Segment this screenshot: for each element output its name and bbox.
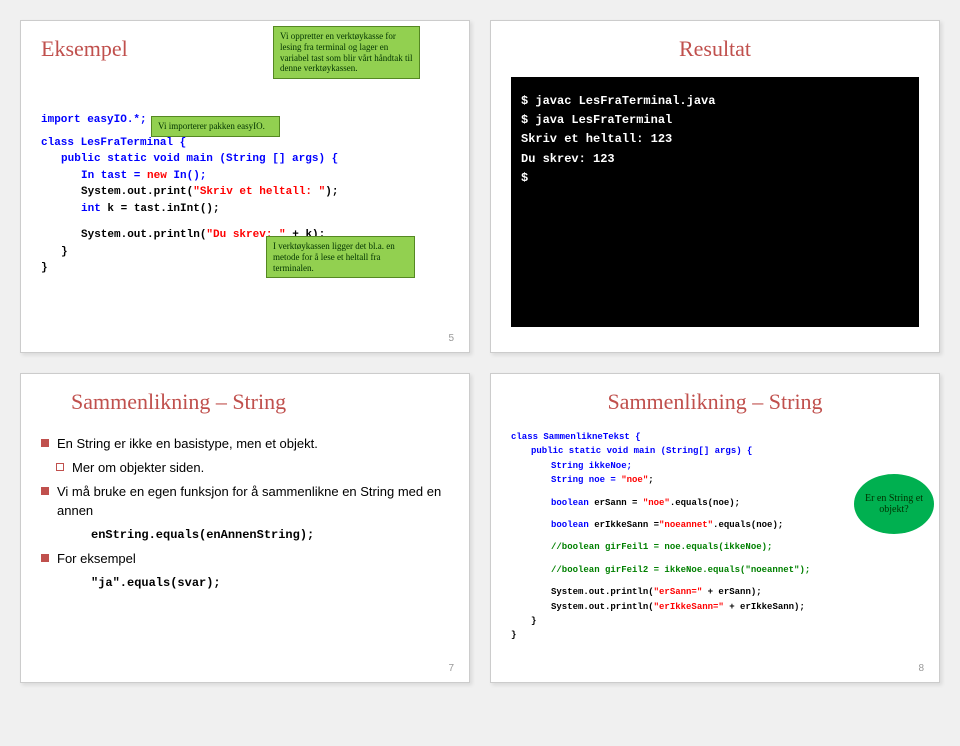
term-line: Du skrev: 123	[521, 150, 909, 169]
bullet-icon	[56, 463, 64, 471]
code-str: "noeannet"	[659, 520, 713, 530]
code-line: System.out.println(	[551, 602, 654, 612]
code-str: "noe"	[621, 475, 648, 485]
page-number: 7	[448, 663, 454, 674]
callout-method: I verktøykassen ligger det bl.a. en meto…	[266, 236, 415, 278]
slide-title: Sammenlikning – String	[71, 389, 449, 415]
code-line: );	[325, 186, 338, 198]
code-kw: boolean	[551, 498, 589, 508]
code-line: String ikkeNoe;	[551, 461, 632, 471]
page-number: 8	[918, 663, 924, 674]
code-line: class SammenlikneTekst {	[511, 432, 641, 442]
terminal-output: $ javac LesFraTerminal.java $ java LesFr…	[511, 77, 919, 327]
code-line: System.out.print(	[81, 186, 193, 198]
slide-title: Resultat	[511, 36, 919, 62]
code-line: .equals(noe);	[713, 520, 783, 530]
callout-toolbox: Vi oppretter en verktøykasse for lesing …	[273, 26, 420, 79]
code-kw: int	[81, 203, 101, 215]
code-line: }	[511, 628, 919, 642]
code-line: class LesFraTerminal {	[41, 137, 186, 149]
code-line: + erSann);	[702, 587, 761, 597]
code-str: "noe"	[643, 498, 670, 508]
code-inline: "ja".equals(svar);	[91, 576, 449, 590]
slide-title: Sammenlikning – String	[511, 389, 919, 415]
bullet-item: For eksempel	[41, 550, 449, 568]
code-line: .equals(noe);	[670, 498, 740, 508]
slide-resultat: Resultat $ javac LesFraTerminal.java $ j…	[490, 20, 940, 353]
code-line: erSann =	[589, 498, 643, 508]
callout-bubble: Er en String et objekt?	[854, 474, 934, 534]
code-line: erIkkeSann =	[589, 520, 659, 530]
code-kw: In();	[167, 170, 207, 182]
code-line: public static void main (String [] args)…	[61, 153, 338, 165]
code-comment: //boolean girFeil1 = noe.equals(ikkeNoe)…	[551, 540, 919, 554]
bullet-text: For eksempel	[57, 550, 136, 568]
slide-eksempel: Eksempel Vi importerer pakken easyIO. Vi…	[20, 20, 470, 353]
bullet-icon	[41, 554, 49, 562]
bullet-icon	[41, 487, 49, 495]
code-line: import easyIO.*;	[41, 114, 147, 126]
bullet-item: Vi må bruke en egen funksjon for å samme…	[41, 483, 449, 519]
code-str: "Skriv et heltall: "	[193, 186, 325, 198]
slide-sammenlikning-2: Sammenlikning – String Er en String et o…	[490, 373, 940, 683]
callout-import: Vi importerer pakken easyIO.	[151, 116, 280, 137]
code-comment: //boolean girFeil2 = ikkeNoe.equals("noe…	[551, 563, 919, 577]
term-line: $ java LesFraTerminal	[521, 111, 909, 130]
code-line: System.out.println(	[551, 587, 654, 597]
code-kw: new	[147, 170, 167, 182]
code-kw: In tast =	[81, 170, 147, 182]
code-str: "erIkkeSann="	[654, 602, 724, 612]
term-line: $	[521, 169, 909, 188]
bullet-text: Mer om objekter siden.	[72, 459, 204, 477]
page-number: 5	[448, 333, 454, 344]
code-str: "erSann="	[654, 587, 703, 597]
bullet-text: Vi må bruke en egen funksjon for å samme…	[57, 483, 449, 519]
bullet-item: Mer om objekter siden.	[41, 459, 449, 477]
code-line: public static void main (String[] args) …	[531, 446, 752, 456]
slide-sammenlikning-1: Sammenlikning – String En String er ikke…	[20, 373, 470, 683]
code-line: k = tast.inInt();	[101, 203, 220, 215]
bullet-text: En String er ikke en basistype, men et o…	[57, 435, 318, 453]
code-block: class SammenlikneTekst { public static v…	[511, 430, 919, 643]
bullet-item: En String er ikke en basistype, men et o…	[41, 435, 449, 453]
code-line: System.out.println(	[81, 229, 206, 241]
term-line: $ javac LesFraTerminal.java	[521, 92, 909, 111]
bullet-icon	[41, 439, 49, 447]
code-line: String noe =	[551, 475, 621, 485]
code-kw: boolean	[551, 520, 589, 530]
term-line: Skriv et heltall: 123	[521, 130, 909, 149]
code-line: + erIkkeSann);	[724, 602, 805, 612]
code-line: ;	[648, 475, 653, 485]
code-inline: enString.equals(enAnnenString);	[91, 528, 449, 542]
code-line: }	[531, 614, 919, 628]
